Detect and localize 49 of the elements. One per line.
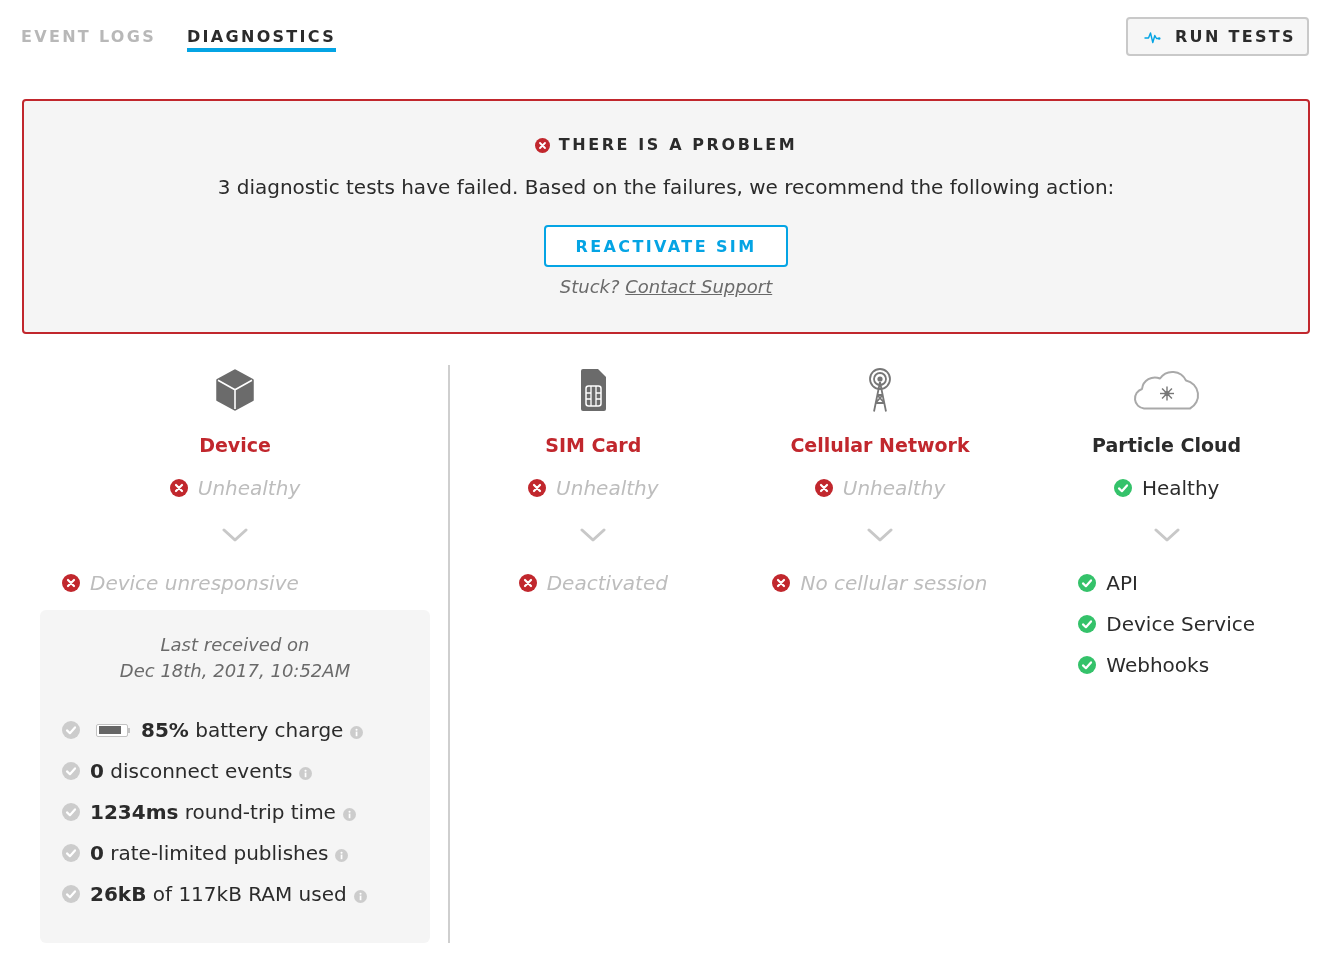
error-icon <box>534 137 550 153</box>
status-text: Unhealthy <box>556 475 659 501</box>
chevron-icon[interactable] <box>867 528 893 542</box>
check-circle-icon <box>62 803 80 821</box>
metric-text: 26kB of 117kB RAM used <box>90 881 347 908</box>
category-title: Particle Cloud <box>1092 433 1242 458</box>
info-icon[interactable] <box>353 889 367 903</box>
sim-card-icon <box>580 369 606 411</box>
check-label: Device Service <box>1106 611 1255 637</box>
last-received-timestamp: Dec 18th, 2017, 10:52AM <box>118 659 352 683</box>
battery-icon <box>96 723 130 737</box>
cube-icon <box>215 369 255 411</box>
status-text: Healthy <box>1141 475 1220 501</box>
info-icon[interactable] <box>335 848 349 862</box>
chevron-icon[interactable] <box>1153 528 1180 542</box>
run-tests-button[interactable]: RUN TESTS <box>1126 17 1309 56</box>
status-text: Unhealthy <box>197 475 301 501</box>
chevron-icon[interactable] <box>580 528 607 542</box>
last-received-caption: Last received on <box>159 633 311 657</box>
check-label: API <box>1106 570 1138 596</box>
category-title: SIM Card <box>545 433 642 458</box>
check-circle-icon <box>62 721 80 739</box>
info-icon[interactable] <box>299 766 313 780</box>
check-circle-icon <box>62 762 80 780</box>
status-text: Unhealthy <box>842 475 946 501</box>
category-title: Cellular Network <box>790 433 970 458</box>
contact-support-link[interactable]: Contact Support <box>625 276 773 297</box>
metric-text: 1234ms round-trip time <box>90 799 336 826</box>
check-label: Webhooks <box>1106 652 1210 678</box>
category-title: Device <box>199 433 271 458</box>
antenna-tower-icon <box>868 368 892 412</box>
check-circle-icon <box>62 844 80 862</box>
help-text: Stuck? Contact Support <box>559 276 773 298</box>
tab[interactable]: DIAGNOSTICS <box>187 17 336 52</box>
alert-title: THERE IS A PROBLEM <box>558 134 798 156</box>
info-icon[interactable] <box>350 725 364 739</box>
alert-message: 3 diagnostic tests have failed. Based on the failures, we recommend the following action: <box>217 175 1115 199</box>
metric-text: 0 rate-limited publishes <box>90 840 329 867</box>
check-label: Device unresponsive <box>90 570 299 596</box>
reactivate-sim-button[interactable]: REACTIVATE SIM <box>544 225 788 267</box>
check-circle-icon <box>62 885 80 903</box>
metric-text: 0 disconnect events <box>90 758 293 785</box>
check-label: No cellular session <box>800 570 988 596</box>
metric-text: 85% battery charge <box>141 717 344 744</box>
cloud-icon <box>1132 369 1201 411</box>
check-label: Deactivated <box>546 570 668 596</box>
info-icon[interactable] <box>342 807 356 821</box>
chevron-icon[interactable] <box>222 528 248 542</box>
pulse-icon <box>1144 29 1161 44</box>
